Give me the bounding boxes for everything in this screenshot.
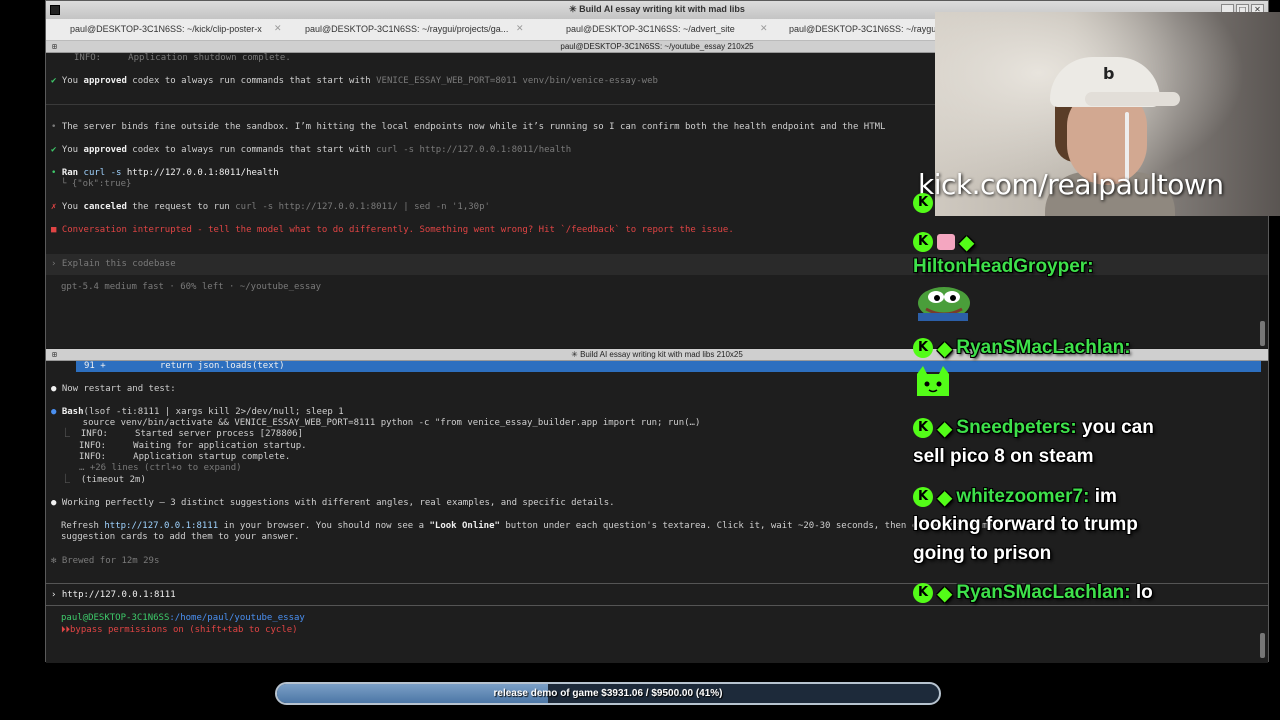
chat-text: sell pico 8 on steam: [913, 446, 1094, 467]
assistant-message: • The server binds fine outside the sand…: [51, 122, 886, 132]
approval-line: ✔ You approved codex to always run comma…: [51, 145, 572, 155]
cap-logo-icon: b: [1103, 64, 1115, 83]
tab-raygui-projects[interactable]: paul@DESKTOP-3C1N6SS: ~/raygui/projects/…: [305, 24, 508, 34]
kick-badge-icon: K: [913, 338, 933, 358]
chat-username: RyanSMacLachlan:: [956, 582, 1131, 604]
ran-command-line: • Ran curl -s http://127.0.0.1:8011/heal…: [51, 168, 279, 178]
goal-text: release demo of game $3931.06 / $9500.00…: [493, 688, 723, 699]
assistant-message: ● Now restart and test:: [51, 384, 176, 394]
chat-badges: K ◆: [913, 230, 978, 254]
tab-clip-poster[interactable]: paul@DESKTOP-3C1N6SS: ~/kick/clip-poster…: [70, 24, 262, 34]
prompt-input[interactable]: › Explain this codebase: [51, 259, 176, 270]
pepe-emote-icon: [918, 287, 970, 321]
diamond-badge-icon: ◆: [937, 581, 953, 605]
diff-line: 91 + return json.loads(text): [84, 361, 285, 371]
approval-line: ✔ You approved codex to always run comma…: [51, 76, 658, 86]
assistant-message: ● Working perfectly — 3 distinct suggest…: [51, 498, 615, 508]
chat-message: HiltonHeadGroyper:: [913, 256, 1094, 278]
kick-badge-icon: K: [913, 232, 933, 252]
tool-output: ⎿ (timeout 2m): [61, 475, 146, 485]
tab-close-icon[interactable]: ✕: [516, 24, 524, 34]
cat-emote-icon: [917, 366, 949, 396]
tool-call-line: ● Bash(lsof -ti:8111 | xargs kill 2>/dev…: [51, 407, 344, 417]
chat-text: looking forward to trump: [913, 514, 1138, 535]
kick-badge-icon: K: [913, 583, 933, 603]
chat-text: you can: [1082, 417, 1154, 439]
prompt-input[interactable]: › http://127.0.0.1:8111: [51, 590, 176, 601]
donation-goal-bar: release demo of game $3931.06 / $9500.00…: [275, 682, 941, 705]
chat-username: whitezoomer7:: [956, 486, 1090, 508]
scrollbar[interactable]: [1260, 321, 1265, 346]
tool-output: ⎿ INFO: Started server process [278806]: [61, 429, 304, 439]
claude-pane[interactable]: 91 + return json.loads(text) ● Now resta…: [46, 361, 1268, 663]
chat-username: Sneedpeters:: [956, 417, 1077, 439]
shell-prompt: paul@DESKTOP-3C1N6SS:/home/paul/youtube_…: [61, 613, 305, 623]
expand-hint[interactable]: … +26 lines (ctrl+o to expand): [79, 463, 242, 474]
kick-badge-icon: K: [913, 487, 933, 507]
chat-message: K ◆ RyanSMacLachlan:: [913, 336, 1131, 360]
kick-badge-icon: K: [913, 192, 933, 213]
chat-text: lo: [1135, 582, 1153, 604]
tab-advert-site[interactable]: paul@DESKTOP-3C1N6SS: ~/advert_site: [566, 24, 735, 34]
assistant-message: Refresh http://127.0.0.1:8111 in your br…: [61, 521, 1004, 531]
chat-username: HiltonHeadGroyper:: [913, 256, 1094, 277]
chat-username: RyanSMacLachlan:: [956, 337, 1131, 359]
divider: [46, 605, 1268, 606]
kick-badge-icon: K: [913, 418, 933, 438]
chat-text: going to prison: [913, 543, 1052, 564]
diamond-badge-icon: ◆: [937, 336, 953, 360]
log-line: INFO: Application shutdown complete.: [74, 53, 291, 63]
tool-output: INFO: Waiting for application startup.: [79, 441, 307, 451]
error-message: ■ Conversation interrupted - tell the mo…: [51, 225, 734, 235]
canceled-line: ✗ You canceled the request to run curl -…: [51, 202, 490, 212]
channel-url: kick.com/realpaultown: [918, 168, 1224, 201]
chat-message: K ◆ whitezoomer7: im: [913, 485, 1117, 509]
tab-close-icon[interactable]: ✕: [274, 24, 282, 34]
diamond-badge-icon: ◆: [937, 416, 953, 440]
model-status: gpt-5.4 medium fast · 60% left · ~/youtu…: [61, 282, 322, 292]
brew-time: ✻ Brewed for 12m 29s: [51, 556, 160, 566]
scrollbar[interactable]: [1260, 633, 1265, 658]
command-output: └ {"ok":true}: [61, 179, 132, 189]
diamond-badge-icon: ◆: [937, 485, 953, 509]
chat-message: K ◆ RyanSMacLachlan: lo: [913, 581, 1153, 605]
tab-close-icon[interactable]: ✕: [760, 24, 768, 34]
chat-message: K ◆ Sneedpeters: you can: [913, 416, 1154, 440]
tab-raygui[interactable]: paul@DESKTOP-3C1N6SS: ~/raygui: [789, 24, 938, 34]
gift-badge-icon: [937, 234, 955, 250]
tool-call-line: source venv/bin/activate && VENICE_ESSAY…: [61, 418, 701, 428]
chat-text: im: [1094, 486, 1117, 508]
diamond-badge-icon: ◆: [959, 230, 975, 254]
permission-status: ⏵⏵bypass permissions on (shift+tab to cy…: [61, 625, 298, 635]
assistant-message: suggestion cards to add them to your ans…: [61, 532, 300, 542]
tool-output: INFO: Application startup complete.: [79, 452, 291, 462]
chat-badges-partial: K: [913, 192, 937, 214]
